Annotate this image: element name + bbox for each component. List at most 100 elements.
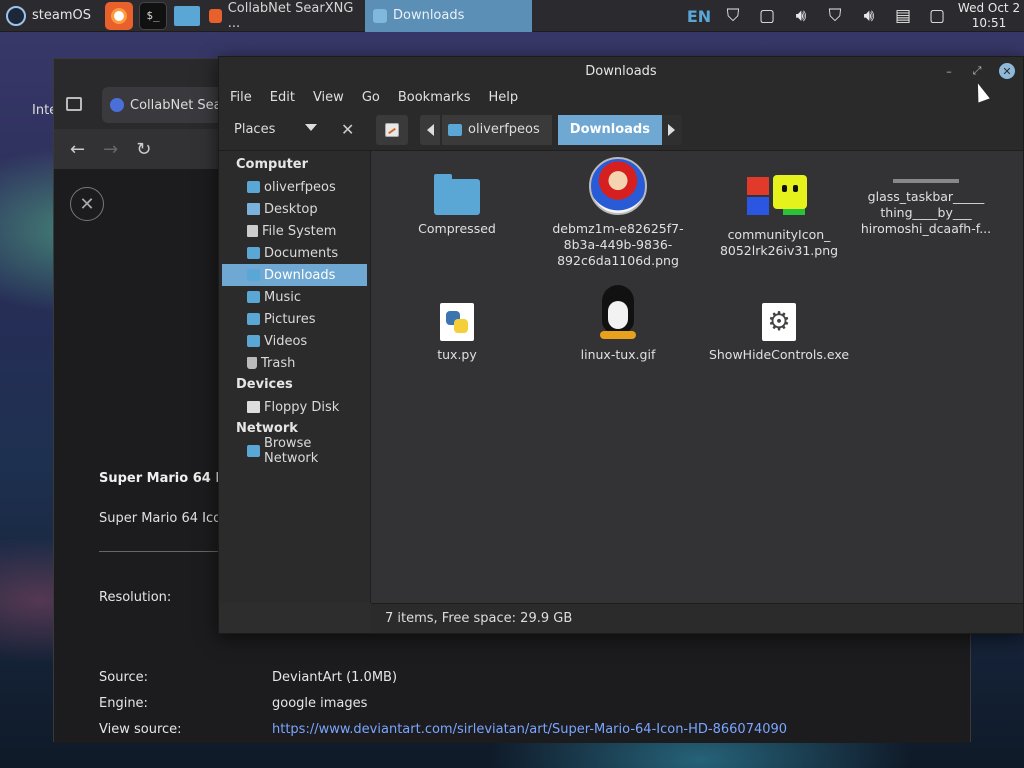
file-name: ShowHideControls.exe <box>708 347 850 362</box>
sidebar-item-downloads[interactable]: Downloads <box>222 264 367 286</box>
window-titlebar[interactable]: Downloads – ⤢ ✕ <box>219 57 1023 85</box>
breadcrumb-left-button[interactable] <box>420 114 440 145</box>
smiley-icon <box>773 175 807 209</box>
menu-help[interactable]: Help <box>479 90 527 105</box>
sidebar-item-videos[interactable]: Videos <box>222 330 367 352</box>
menu-view[interactable]: View <box>304 90 353 105</box>
menu-go[interactable]: Go <box>353 90 389 105</box>
file-manager-launcher[interactable] <box>173 2 201 30</box>
trash-icon <box>247 357 257 369</box>
engine-label: Engine: <box>99 696 148 711</box>
sidebar-item-label: Desktop <box>264 201 318 217</box>
close-icon[interactable]: ✕ <box>70 187 104 221</box>
view-source-link[interactable]: https://www.deviantart.com/sirleviatan/a… <box>272 722 787 737</box>
menu-bookmarks[interactable]: Bookmarks <box>389 90 480 105</box>
file-manager-window: Downloads – ⤢ ✕ File Edit View Go Bookma… <box>218 56 1024 634</box>
notifications-icon[interactable]: ▢ <box>920 0 954 32</box>
file-item[interactable]: communityIcon_ 8052lrk26iv31.png <box>699 173 859 259</box>
menu-edit[interactable]: Edit <box>261 90 304 105</box>
file-name-line: 8052lrk26iv31.png <box>719 243 839 258</box>
file-item[interactable]: debmz1m-e82625f7- 8b3a-449b-9836- 892c6d… <box>538 157 698 269</box>
places-sidebar: Computer oliverfpeos Desktop File System… <box>219 151 371 603</box>
file-item[interactable]: tux.py <box>377 303 537 363</box>
breadcrumb-downloads[interactable]: Downloads <box>557 114 662 145</box>
sidebar-item-label: File System <box>262 223 337 239</box>
edit-location-button[interactable] <box>376 114 408 145</box>
shield-icon[interactable]: ⛉ <box>716 0 750 32</box>
firefox-launcher[interactable] <box>104 1 133 30</box>
sidebar-item-music[interactable]: Music <box>222 286 367 308</box>
sidebar-item-floppy[interactable]: Floppy Disk <box>222 396 367 418</box>
browser-tab-icon <box>208 8 222 23</box>
maximize-button[interactable]: ⤢ <box>969 63 985 79</box>
browser-tab-label: CollabNet Search <box>130 97 232 113</box>
steam-menu-button[interactable]: steamOS <box>0 0 99 32</box>
file-name: tux.py <box>437 347 477 362</box>
tab-overview-icon[interactable] <box>66 97 82 111</box>
back-icon[interactable]: ← <box>70 139 85 160</box>
shield-icon[interactable]: ⛉ <box>818 0 852 32</box>
gear-glyph: ⚙ <box>767 307 791 337</box>
python-icon <box>440 303 474 341</box>
reload-icon[interactable]: ↻ <box>136 139 151 160</box>
breadcrumb-home-label: oliverfpeos <box>468 122 540 137</box>
browser-tab[interactable]: CollabNet Search <box>102 87 232 123</box>
menubar: File Edit View Go Bookmarks Help <box>219 85 1023 109</box>
tux-feet <box>600 331 636 339</box>
file-name: Compressed <box>418 221 496 236</box>
sidebar-item-filesystem[interactable]: File System <box>222 220 367 242</box>
close-button[interactable]: ✕ <box>999 63 1015 79</box>
source-value: DeviantArt (1.0MB) <box>272 670 398 685</box>
view-source-label: View source: <box>99 722 182 737</box>
sidebar-item-home[interactable]: oliverfpeos <box>222 176 367 198</box>
clipboard-icon[interactable]: ▤ <box>886 0 920 32</box>
sidebar-item-browse-network[interactable]: Browse Network <box>222 436 367 466</box>
glass-image-icon <box>893 179 959 183</box>
file-item[interactable]: Compressed <box>377 174 537 237</box>
minimize-button[interactable]: – <box>941 63 957 79</box>
terminal-launcher[interactable]: $_ <box>138 1 167 30</box>
image-subtitle: Super Mario 64 Icon <box>99 511 230 526</box>
firefox-icon <box>110 7 127 24</box>
task-browser[interactable]: CollabNet SearXNG ... <box>201 0 365 32</box>
folder-icon <box>247 291 260 303</box>
window-icon[interactable]: ▢ <box>750 0 784 32</box>
keyboard-layout[interactable]: EN <box>682 7 716 26</box>
sidebar-item-desktop[interactable]: Desktop <box>222 198 367 220</box>
clock-date: Wed Oct 2 <box>957 1 1021 15</box>
logo-quadrant <box>747 197 769 215</box>
task-downloads-label: Downloads <box>392 8 465 23</box>
mario-image-icon <box>589 157 647 215</box>
forward-icon[interactable]: → <box>103 139 118 160</box>
drive-icon <box>247 225 258 237</box>
task-browser-label: CollabNet SearXNG ... <box>227 0 354 31</box>
terminal-icon: $_ <box>146 9 160 22</box>
breadcrumb-home[interactable]: oliverfpeos <box>442 114 552 145</box>
close-sidebar-icon[interactable]: ✕ <box>341 120 354 139</box>
places-label: Places <box>234 122 276 137</box>
file-item[interactable]: glass_taskbar_____ thing____by___ hiromo… <box>851 179 1001 237</box>
volume-icon[interactable]: 🔊︎ <box>852 0 886 32</box>
file-name-line: thing____by___ <box>880 205 972 220</box>
task-downloads[interactable]: Downloads <box>364 0 532 32</box>
sidebar-item-label: Music <box>264 289 301 305</box>
sidebar-header-devices: Devices <box>236 377 293 392</box>
tux-icon <box>598 285 638 341</box>
places-dropdown[interactable]: Places ✕ <box>219 109 371 151</box>
sidebar-item-pictures[interactable]: Pictures <box>222 308 367 330</box>
menu-file[interactable]: File <box>221 90 261 105</box>
folder-icon <box>247 269 260 281</box>
resolution-label: Resolution: <box>99 590 172 605</box>
folder-icon <box>173 5 200 26</box>
file-name-line: 892c6da1106d.png <box>557 253 679 268</box>
home-folder-icon <box>247 181 260 193</box>
volume-icon[interactable]: 🔊︎ <box>784 0 818 32</box>
file-item[interactable]: ⚙ ShowHideControls.exe <box>699 303 859 363</box>
file-item[interactable]: linux-tux.gif <box>538 285 698 363</box>
sidebar-item-label: Browse Network <box>264 436 319 466</box>
sidebar-item-documents[interactable]: Documents <box>222 242 367 264</box>
sidebar-item-trash[interactable]: Trash <box>222 352 367 374</box>
file-name-line: hiromoshi_dcaafh-f... <box>860 221 992 236</box>
breadcrumb-right-button[interactable] <box>661 114 682 145</box>
clock[interactable]: Wed Oct 2 10:51 <box>954 1 1024 31</box>
